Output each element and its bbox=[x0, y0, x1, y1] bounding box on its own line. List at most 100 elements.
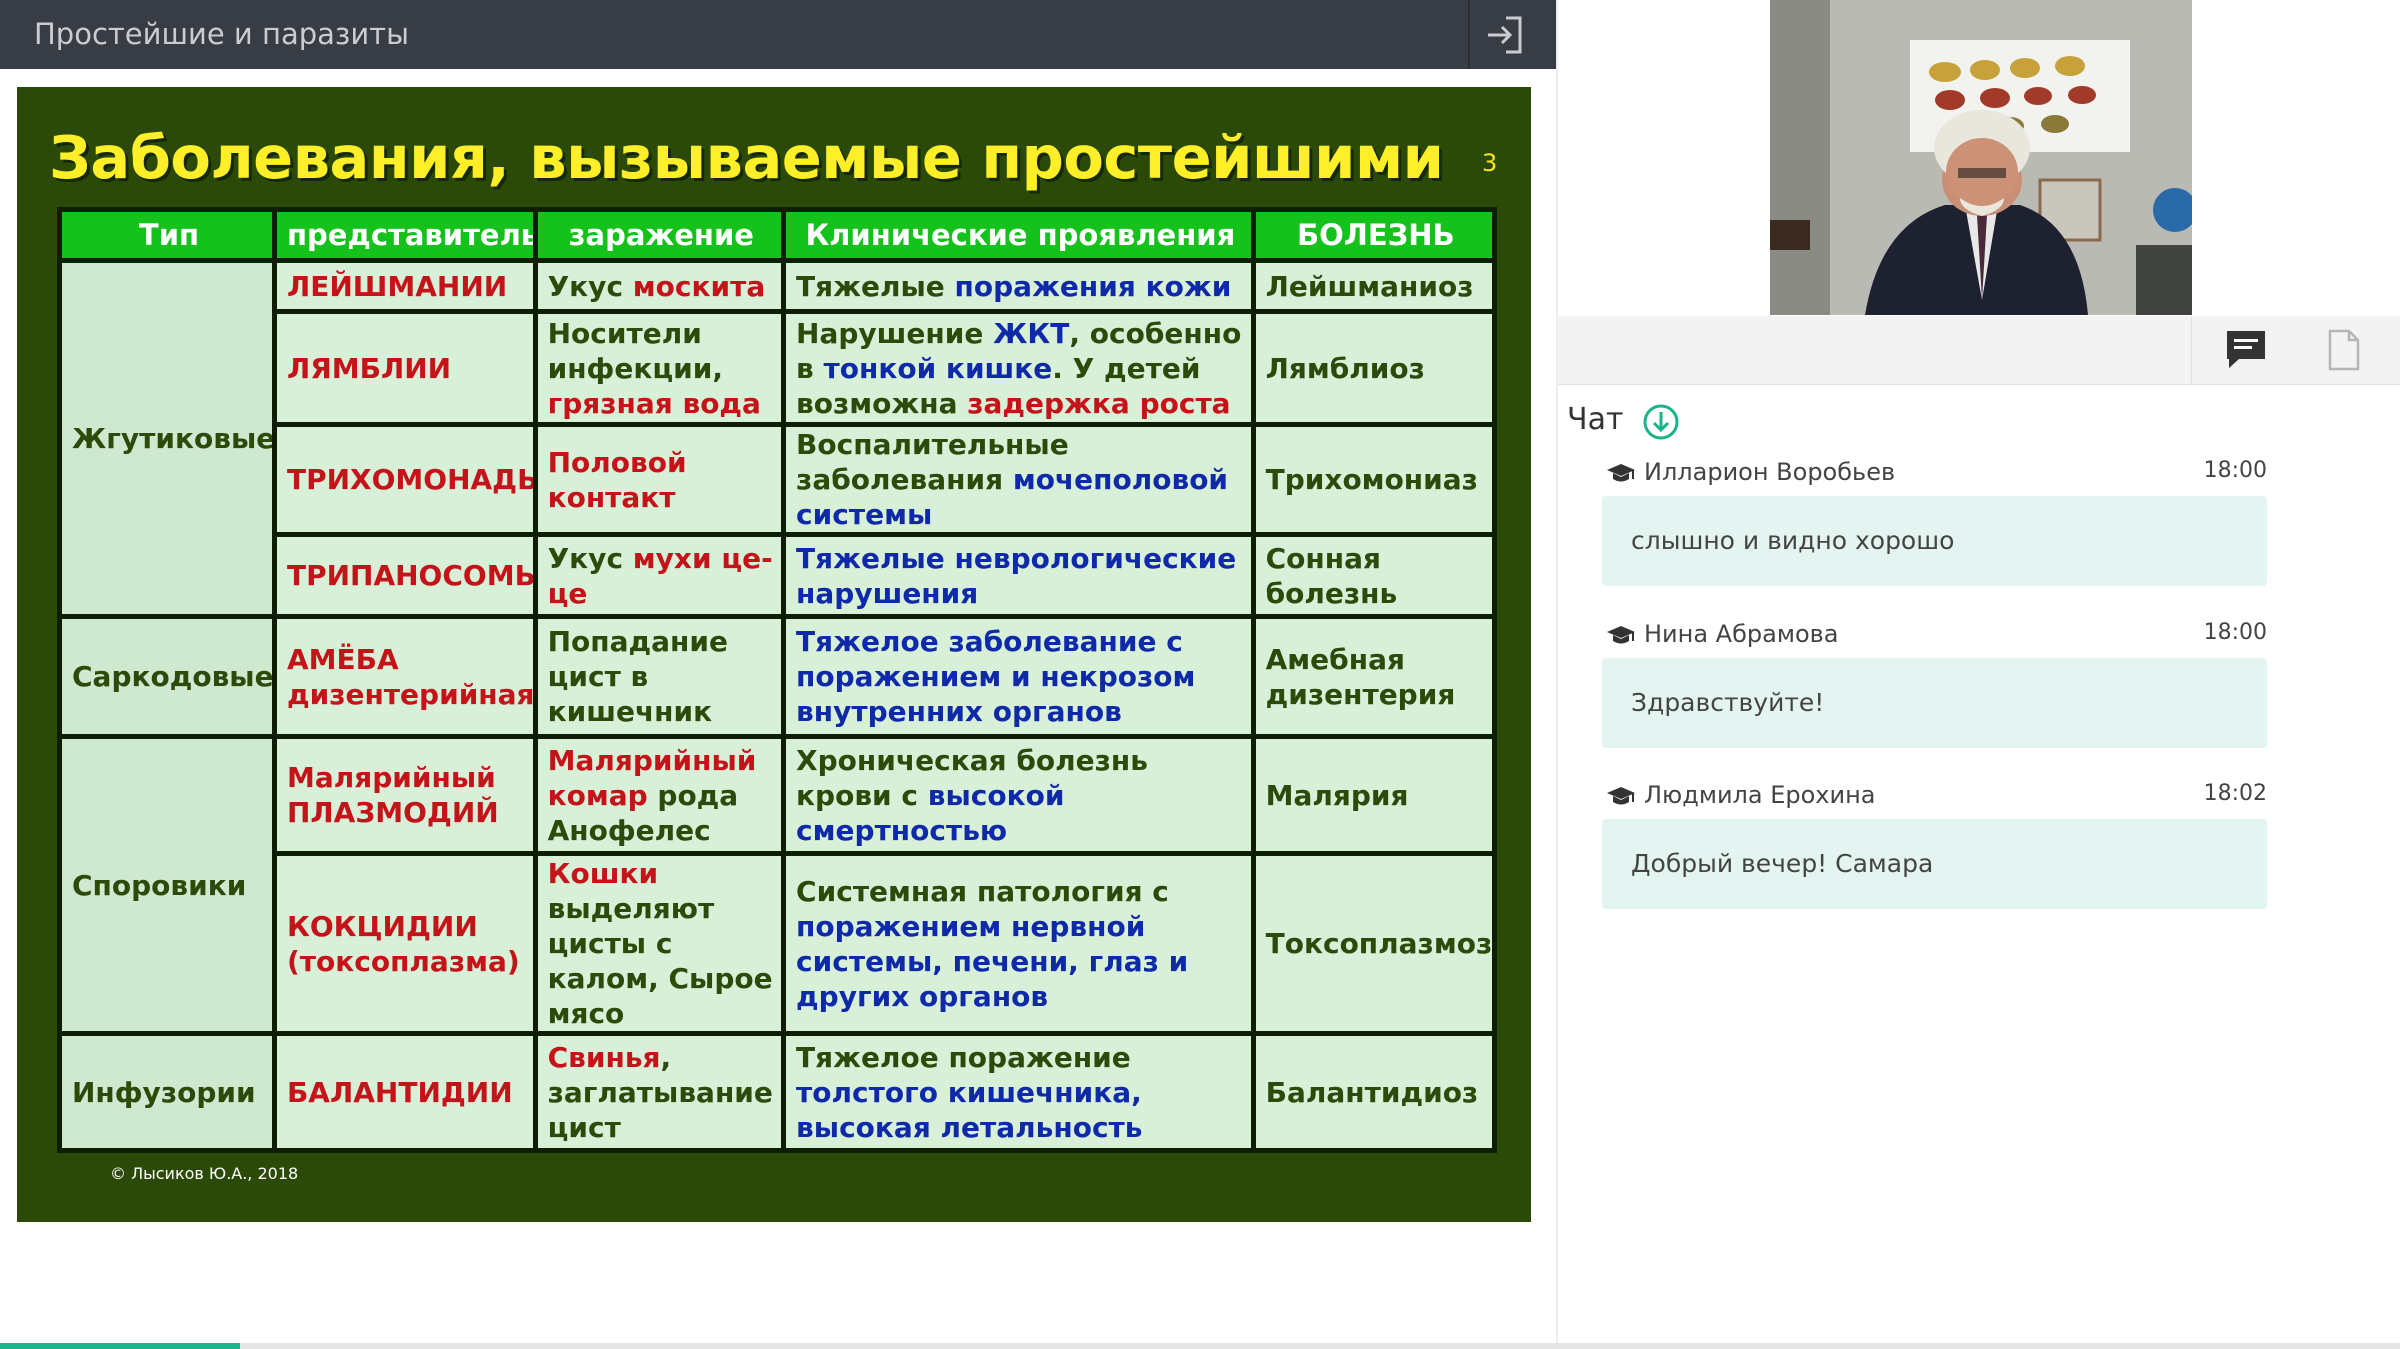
clinical-cell: Тяжелые неврологические нарушения bbox=[786, 537, 1251, 614]
table-row: ТРИХОМОНАДЫ Половой контакт Воспалительн… bbox=[62, 427, 1492, 532]
table-row: Жгутиковые ЛЕЙШМАНИИ Укус москита Тяжелы… bbox=[62, 263, 1492, 614]
presentation-title: Простейшие и паразиты bbox=[34, 17, 409, 51]
representative-cell: ТРИПАНОСОМЫ bbox=[276, 537, 533, 614]
type-cell: Инфузории bbox=[62, 1036, 272, 1148]
text-segment: Нарушение bbox=[796, 316, 994, 350]
exit-icon[interactable] bbox=[1482, 13, 1526, 57]
disease-cell: Лейшманиоз bbox=[1255, 263, 1492, 309]
message-time: 18:00 bbox=[2203, 620, 2267, 645]
text-segment: москита bbox=[632, 269, 766, 303]
disease-cell: Малярия bbox=[1255, 739, 1492, 851]
panel-toolbar bbox=[1558, 316, 2400, 385]
graduation-cap-icon bbox=[1607, 464, 1635, 482]
disease-cell: Токсоплазмоз bbox=[1255, 856, 1492, 1031]
text-segment: Укус bbox=[547, 269, 633, 303]
presentation-header: Простейшие и паразиты bbox=[0, 0, 1556, 69]
type-cell: Саркодовые bbox=[62, 619, 272, 734]
text-segment: грязная вода bbox=[547, 386, 761, 420]
message-header: Людмила Ерохина 18:02 bbox=[1602, 777, 2267, 813]
disease-cell: Амебная дизентерия bbox=[1255, 619, 1492, 734]
table-row: ЛЯМБЛИИ Носители инфекции, грязная вода … bbox=[62, 314, 1492, 422]
chat-title: Чат bbox=[1567, 402, 1624, 437]
table-header-row: Тип представитель заражение Клинические … bbox=[62, 212, 1492, 258]
column-header: Клинические проявления bbox=[786, 212, 1251, 258]
message-header: Илларион Воробьев 18:00 bbox=[1602, 454, 2267, 490]
message-author: Людмила Ерохина bbox=[1644, 781, 1876, 809]
text-segment: поражения кожи bbox=[954, 269, 1232, 303]
table-row: Споровики Малярийный ПЛАЗМОДИЙ Малярийны… bbox=[62, 739, 1492, 1031]
infection-cell: Попадание цист в кишечник bbox=[537, 619, 782, 734]
table-row: КОКЦИДИИ (токсоплазма) Кошки выделяют ци… bbox=[62, 856, 1492, 1031]
message-time: 18:00 bbox=[2203, 458, 2267, 483]
document-icon[interactable] bbox=[2323, 328, 2363, 372]
clinical-cell: Системная патология с поражением нервной… bbox=[786, 856, 1251, 1031]
webcam-video bbox=[1770, 0, 2192, 315]
slide-copyright: © Лысиков Ю.А., 2018 bbox=[110, 1164, 299, 1183]
message-text: Здравствуйте! bbox=[1602, 658, 2267, 748]
type-cell: Споровики bbox=[62, 739, 272, 1031]
graduation-cap-icon bbox=[1607, 626, 1635, 644]
graduation-cap-icon bbox=[1607, 787, 1635, 805]
message-author: Нина Абрамова bbox=[1644, 620, 1839, 648]
representative-cell: АМЁБА дизентерийная bbox=[276, 619, 533, 734]
table-row: Инфузории БАЛАНТИДИИ Свинья, заглатывани… bbox=[62, 1036, 1492, 1148]
type-cell: Жгутиковые bbox=[62, 263, 272, 614]
text-segment: Попадание цист в кишечник bbox=[547, 625, 728, 728]
text-segment: тонкой кишке bbox=[823, 351, 1053, 385]
chat-message: Нина Абрамова 18:00 Здравствуйте! bbox=[1602, 616, 2267, 748]
infection-cell: Укус москита bbox=[537, 263, 782, 309]
message-author: Илларион Воробьев bbox=[1644, 458, 1896, 486]
chat-icon[interactable] bbox=[2222, 328, 2270, 372]
table-row: ТРИПАНОСОМЫ Укус мухи це-це Тяжелые невр… bbox=[62, 537, 1492, 614]
clinical-cell: Тяжелые поражения кожи bbox=[786, 263, 1251, 309]
text-segment: Укус bbox=[547, 541, 633, 575]
slide: Заболевания, вызываемые простейшими 3 Ти… bbox=[17, 87, 1531, 1222]
clinical-cell: Воспалительные заболевания мочеполовой с… bbox=[786, 427, 1251, 532]
disease-cell: Сонная болезнь bbox=[1255, 537, 1492, 614]
representative-cell: КОКЦИДИИ (токсоплазма) bbox=[276, 856, 533, 1031]
toolbar-divider bbox=[2191, 316, 2192, 384]
panel-divider bbox=[1556, 0, 1558, 1349]
header-divider bbox=[1468, 0, 1470, 69]
text-segment: Тяжелое заболевание с поражением и некро… bbox=[796, 625, 1196, 728]
text-segment: Тяжелое поражение bbox=[796, 1040, 1131, 1074]
infection-cell: Половой контакт bbox=[537, 427, 782, 532]
column-header: заражение bbox=[537, 212, 782, 258]
table-row: Саркодовые АМЁБА дизентерийная Попадание… bbox=[62, 619, 1492, 734]
infection-cell: Малярийный комар рода Анофелес bbox=[537, 739, 782, 851]
text-segment: Тяжелые bbox=[796, 269, 955, 303]
text-segment: ЖКТ bbox=[993, 316, 1070, 350]
progress-track bbox=[0, 1343, 2400, 1349]
infection-cell: Носители инфекции, грязная вода bbox=[537, 314, 782, 422]
representative-cell: ЛЕЙШМАНИИ bbox=[276, 263, 533, 309]
infection-cell: Кошки выделяют цисты с калом, Сырое мясо bbox=[537, 856, 782, 1031]
clinical-cell: Нарушение ЖКТ, особенно в тонкой кишке. … bbox=[786, 314, 1251, 422]
diseases-table: Тип представитель заражение Клинические … bbox=[57, 207, 1497, 1153]
text-segment: Носители инфекции, bbox=[547, 316, 723, 385]
scroll-down-icon[interactable] bbox=[1642, 403, 1680, 441]
text-segment: толстого кишечника, высокая летальность bbox=[796, 1075, 1143, 1144]
text-segment: поражением нервной системы, печени, глаз… bbox=[796, 909, 1189, 1013]
slide-page-number: 3 bbox=[1482, 149, 1498, 177]
text-segment: Тяжелые неврологические нарушения bbox=[796, 541, 1237, 610]
text-segment: выделяют цисты с калом, Сырое мясо bbox=[547, 892, 773, 1030]
disease-cell: Лямблиоз bbox=[1255, 314, 1492, 422]
chat-message: Илларион Воробьев 18:00 слышно и видно х… bbox=[1602, 454, 2267, 586]
column-header: Тип bbox=[62, 212, 272, 258]
clinical-cell: Тяжелое заболевание с поражением и некро… bbox=[786, 619, 1251, 734]
clinical-cell: Хроническая болезнь крови с высокой смер… bbox=[786, 739, 1251, 851]
infection-cell: Свинья, заглатывание цист bbox=[537, 1036, 782, 1148]
text-segment: задержка роста bbox=[967, 386, 1231, 420]
message-time: 18:02 bbox=[2203, 781, 2267, 806]
representative-cell: БАЛАНТИДИИ bbox=[276, 1036, 533, 1148]
representative-cell: ТРИХОМОНАДЫ bbox=[276, 427, 533, 532]
clinical-cell: Тяжелое поражение толстого кишечника, вы… bbox=[786, 1036, 1251, 1148]
column-header: представитель bbox=[276, 212, 533, 258]
text-segment: Системная патология с bbox=[796, 874, 1169, 908]
progress-bar bbox=[0, 1343, 240, 1349]
text-segment: Половой контакт bbox=[547, 445, 687, 514]
slide-title: Заболевания, вызываемые простейшими bbox=[49, 123, 1444, 192]
message-text: Добрый вечер! Самара bbox=[1602, 819, 2267, 909]
infection-cell: Укус мухи це-це bbox=[537, 537, 782, 614]
message-header: Нина Абрамова 18:00 bbox=[1602, 616, 2267, 652]
